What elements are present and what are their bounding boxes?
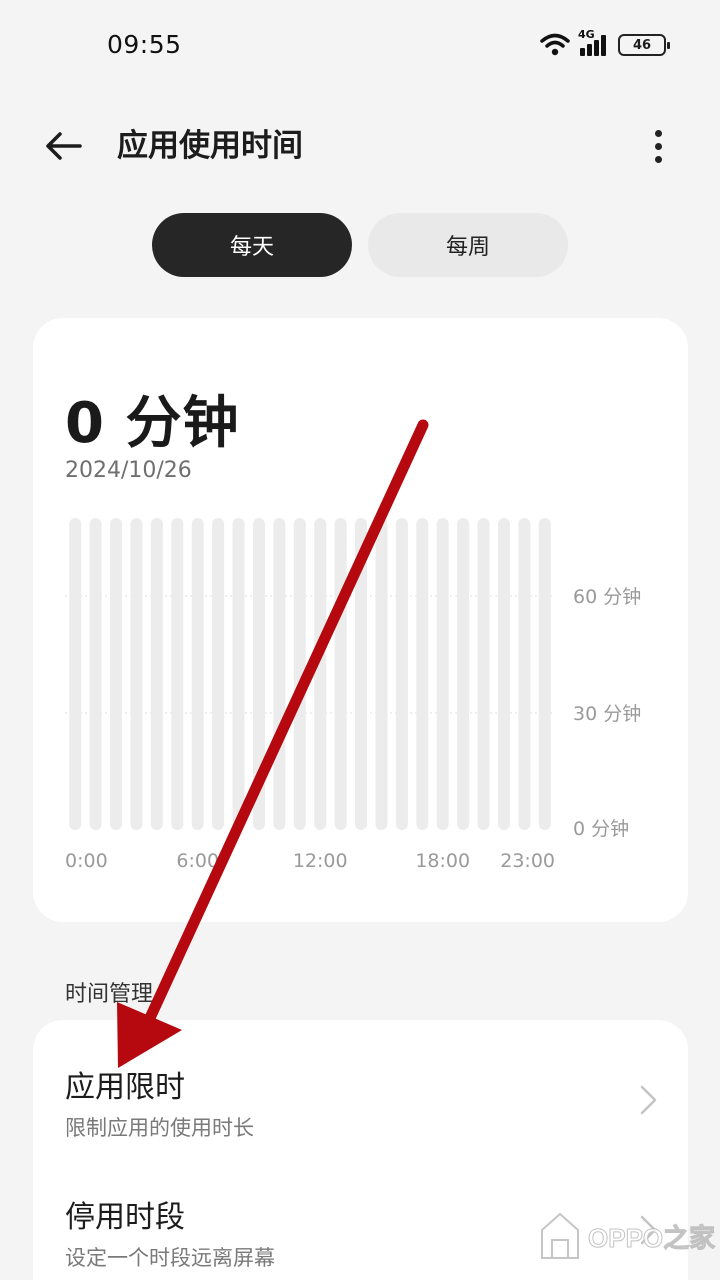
more-options-button[interactable] — [646, 124, 670, 168]
section-header-time-management: 时间管理 — [65, 982, 154, 1007]
tab-weekly[interactable]: 每周 — [368, 213, 568, 277]
app-limits-title: 应用限时 — [65, 1070, 185, 1105]
chart-bar-track — [395, 518, 408, 830]
tab-daily[interactable]: 每天 — [152, 213, 352, 277]
y-tick-label: 0 分钟 — [573, 818, 629, 840]
hourly-usage-chart: 60 分钟 30 分钟 0 分钟 0:00 6:00 12:00 18:00 23:00 — [65, 518, 641, 872]
status-icons: 4G 46 — [540, 28, 670, 58]
more-vertical-icon — [654, 129, 662, 137]
page-title: 应用使用时间 — [117, 128, 303, 164]
chevron-right-icon — [640, 1085, 657, 1115]
chart-bar-track — [518, 518, 531, 830]
downtime-subtitle: 设定一个时段远离屏幕 — [65, 1246, 275, 1270]
watermark-text: OPPO之家 — [587, 1222, 716, 1253]
back-button[interactable] — [40, 124, 86, 168]
chart-bar-track — [171, 518, 184, 830]
chart-bar-track — [355, 518, 368, 830]
usage-card: 0 分钟 2024/10/26 60 分钟 30 分钟 0 分钟 0:00 6:00 12… — [33, 318, 688, 922]
chart-bar-track — [110, 518, 123, 830]
y-tick-label: 60 分钟 — [573, 586, 641, 608]
chart-bar-track — [375, 518, 388, 830]
y-tick-label: 30 分钟 — [573, 703, 641, 725]
chart-bar-track — [150, 518, 163, 830]
chart-bar-track — [252, 518, 265, 830]
x-tick-label: 23:00 — [500, 850, 555, 872]
chart-bar-track — [69, 518, 82, 830]
chart-bar-track — [334, 518, 347, 830]
chart-bar-track — [212, 518, 225, 830]
watermark-logo: OPPO之家 — [538, 1210, 716, 1262]
app-limits-subtitle: 限制应用的使用时长 — [65, 1116, 254, 1140]
battery-level: 46 — [632, 37, 652, 53]
chart-bar-track — [232, 518, 245, 830]
x-tick-label: 18:00 — [415, 850, 470, 872]
x-tick-label: 0:00 — [65, 850, 108, 872]
chart-bar-track — [314, 518, 327, 830]
arrow-left-icon — [46, 132, 82, 160]
chart-bar-track — [89, 518, 102, 830]
chart-bar-track — [538, 518, 551, 830]
chart-bar-track — [273, 518, 286, 830]
app-limits-item[interactable]: 应用限时 限制应用的使用时长 — [33, 1036, 688, 1164]
chart-bar-track — [477, 518, 490, 830]
status-bar: 09:55 4G 46 — [0, 0, 720, 92]
battery-icon: 46 — [618, 34, 670, 56]
chart-bar-track — [436, 518, 449, 830]
chart-bar-track — [191, 518, 204, 830]
x-tick-label: 12:00 — [293, 850, 348, 872]
chart-bar-track — [497, 518, 510, 830]
cellular-signal-icon: 4G — [578, 28, 610, 58]
x-tick-label: 6:00 — [176, 850, 219, 872]
chart-bar-track — [416, 518, 429, 830]
downtime-title: 停用时段 — [65, 1200, 185, 1235]
wifi-icon — [540, 33, 570, 56]
house-icon — [541, 1212, 579, 1259]
app-bar: 应用使用时间 — [0, 110, 720, 182]
chart-bar-track — [293, 518, 306, 830]
status-time: 09:55 — [107, 30, 182, 59]
chart-bar-track — [457, 518, 470, 830]
chart-bar-track — [130, 518, 143, 830]
